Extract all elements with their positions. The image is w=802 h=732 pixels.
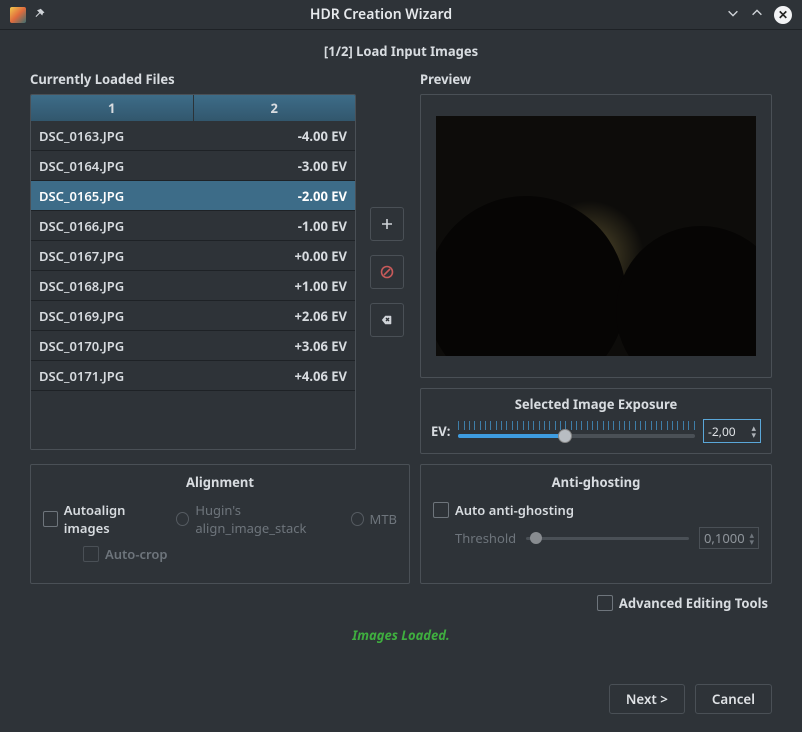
file-ev-cell: -3.00 EV — [200, 157, 355, 175]
preview-frame — [420, 94, 772, 378]
autoalign-checkbox[interactable] — [43, 511, 58, 527]
step-title: [1/2] Load Input Images — [30, 38, 772, 70]
file-name-cell: DSC_0163.JPG — [31, 127, 200, 145]
title-bar: HDR Creation Wizard ✕ — [0, 0, 802, 30]
ev-spinbox[interactable]: ▴▾ — [703, 419, 761, 443]
column-header-2[interactable]: 2 — [194, 95, 356, 121]
advanced-tools-label: Advanced Editing Tools — [619, 594, 768, 612]
alignment-title: Alignment — [43, 473, 397, 491]
table-row[interactable]: DSC_0169.JPG+2.06 EV — [31, 301, 355, 331]
file-name-cell: DSC_0170.JPG — [31, 337, 200, 355]
threshold-label: Threshold — [455, 529, 516, 547]
file-ev-cell: -2.00 EV — [200, 187, 355, 205]
hugin-radio — [176, 512, 189, 526]
threshold-spinbox: 0,1000 ▴▾ — [699, 527, 759, 549]
file-ev-cell: +3.06 EV — [200, 337, 355, 355]
advanced-tools-checkbox[interactable] — [597, 595, 613, 611]
antighost-panel: Anti-ghosting Auto anti-ghosting Thresho… — [420, 464, 772, 584]
preview-image — [436, 116, 756, 356]
file-ev-cell: +2.06 EV — [200, 307, 355, 325]
autocrop-label: Auto-crop — [105, 545, 168, 563]
table-row[interactable]: DSC_0165.JPG-2.00 EV — [31, 181, 355, 211]
ev-slider[interactable] — [458, 421, 695, 441]
antighost-title: Anti-ghosting — [433, 473, 759, 491]
preview-label: Preview — [420, 70, 772, 88]
table-row[interactable]: DSC_0170.JPG+3.06 EV — [31, 331, 355, 361]
add-files-button[interactable] — [370, 207, 404, 241]
ev-label: EV: — [431, 422, 450, 440]
status-text: Images Loaded. — [30, 626, 772, 644]
file-name-cell: DSC_0171.JPG — [31, 367, 200, 385]
file-name-cell: DSC_0168.JPG — [31, 277, 200, 295]
files-table: 1 2 DSC_0163.JPG-4.00 EVDSC_0164.JPG-3.0… — [31, 95, 355, 449]
file-name-cell: DSC_0165.JPG — [31, 187, 200, 205]
mtb-radio — [351, 512, 364, 526]
file-name-cell: DSC_0167.JPG — [31, 247, 200, 265]
auto-antighost-checkbox[interactable] — [433, 502, 449, 518]
pin-icon[interactable] — [34, 6, 46, 24]
file-name-cell: DSC_0166.JPG — [31, 217, 200, 235]
table-row[interactable]: DSC_0168.JPG+1.00 EV — [31, 271, 355, 301]
cancel-button[interactable]: Cancel — [695, 684, 772, 714]
file-name-cell: DSC_0169.JPG — [31, 307, 200, 325]
file-ev-cell: -4.00 EV — [200, 127, 355, 145]
exposure-panel: Selected Image Exposure EV: ▴▾ — [420, 388, 772, 454]
remove-file-button[interactable] — [370, 255, 404, 289]
auto-antighost-label: Auto anti-ghosting — [455, 501, 574, 519]
table-row[interactable]: DSC_0167.JPG+0.00 EV — [31, 241, 355, 271]
table-row[interactable]: DSC_0164.JPG-3.00 EV — [31, 151, 355, 181]
autocrop-checkbox — [83, 546, 99, 562]
file-name-cell: DSC_0164.JPG — [31, 157, 200, 175]
table-row[interactable]: DSC_0166.JPG-1.00 EV — [31, 211, 355, 241]
clear-files-button[interactable] — [370, 303, 404, 337]
threshold-value: 0,1000 — [704, 529, 745, 547]
threshold-slider — [526, 531, 689, 545]
window-title: HDR Creation Wizard — [46, 5, 716, 24]
file-ev-cell: -1.00 EV — [200, 217, 355, 235]
table-row[interactable]: DSC_0163.JPG-4.00 EV — [31, 121, 355, 151]
next-button[interactable]: Next > — [609, 684, 685, 714]
ev-value-input[interactable] — [708, 423, 744, 440]
app-icon — [10, 7, 26, 23]
autoalign-label: Autoalign images — [64, 501, 165, 537]
exposure-title: Selected Image Exposure — [431, 395, 761, 413]
close-icon[interactable]: ✕ — [774, 6, 792, 24]
hugin-label: Hugin's align_image_stack — [195, 501, 340, 537]
mtb-label: MTB — [370, 510, 397, 528]
maximize-icon[interactable] — [750, 6, 764, 24]
alignment-panel: Alignment Autoalign images Hugin's align… — [30, 464, 410, 584]
files-label: Currently Loaded Files — [30, 70, 410, 88]
column-header-1[interactable]: 1 — [31, 95, 194, 121]
file-ev-cell: +1.00 EV — [200, 277, 355, 295]
file-ev-cell: +0.00 EV — [200, 247, 355, 265]
table-row[interactable]: DSC_0171.JPG+4.06 EV — [31, 361, 355, 391]
minimize-icon[interactable] — [726, 6, 740, 24]
file-ev-cell: +4.06 EV — [200, 367, 355, 385]
